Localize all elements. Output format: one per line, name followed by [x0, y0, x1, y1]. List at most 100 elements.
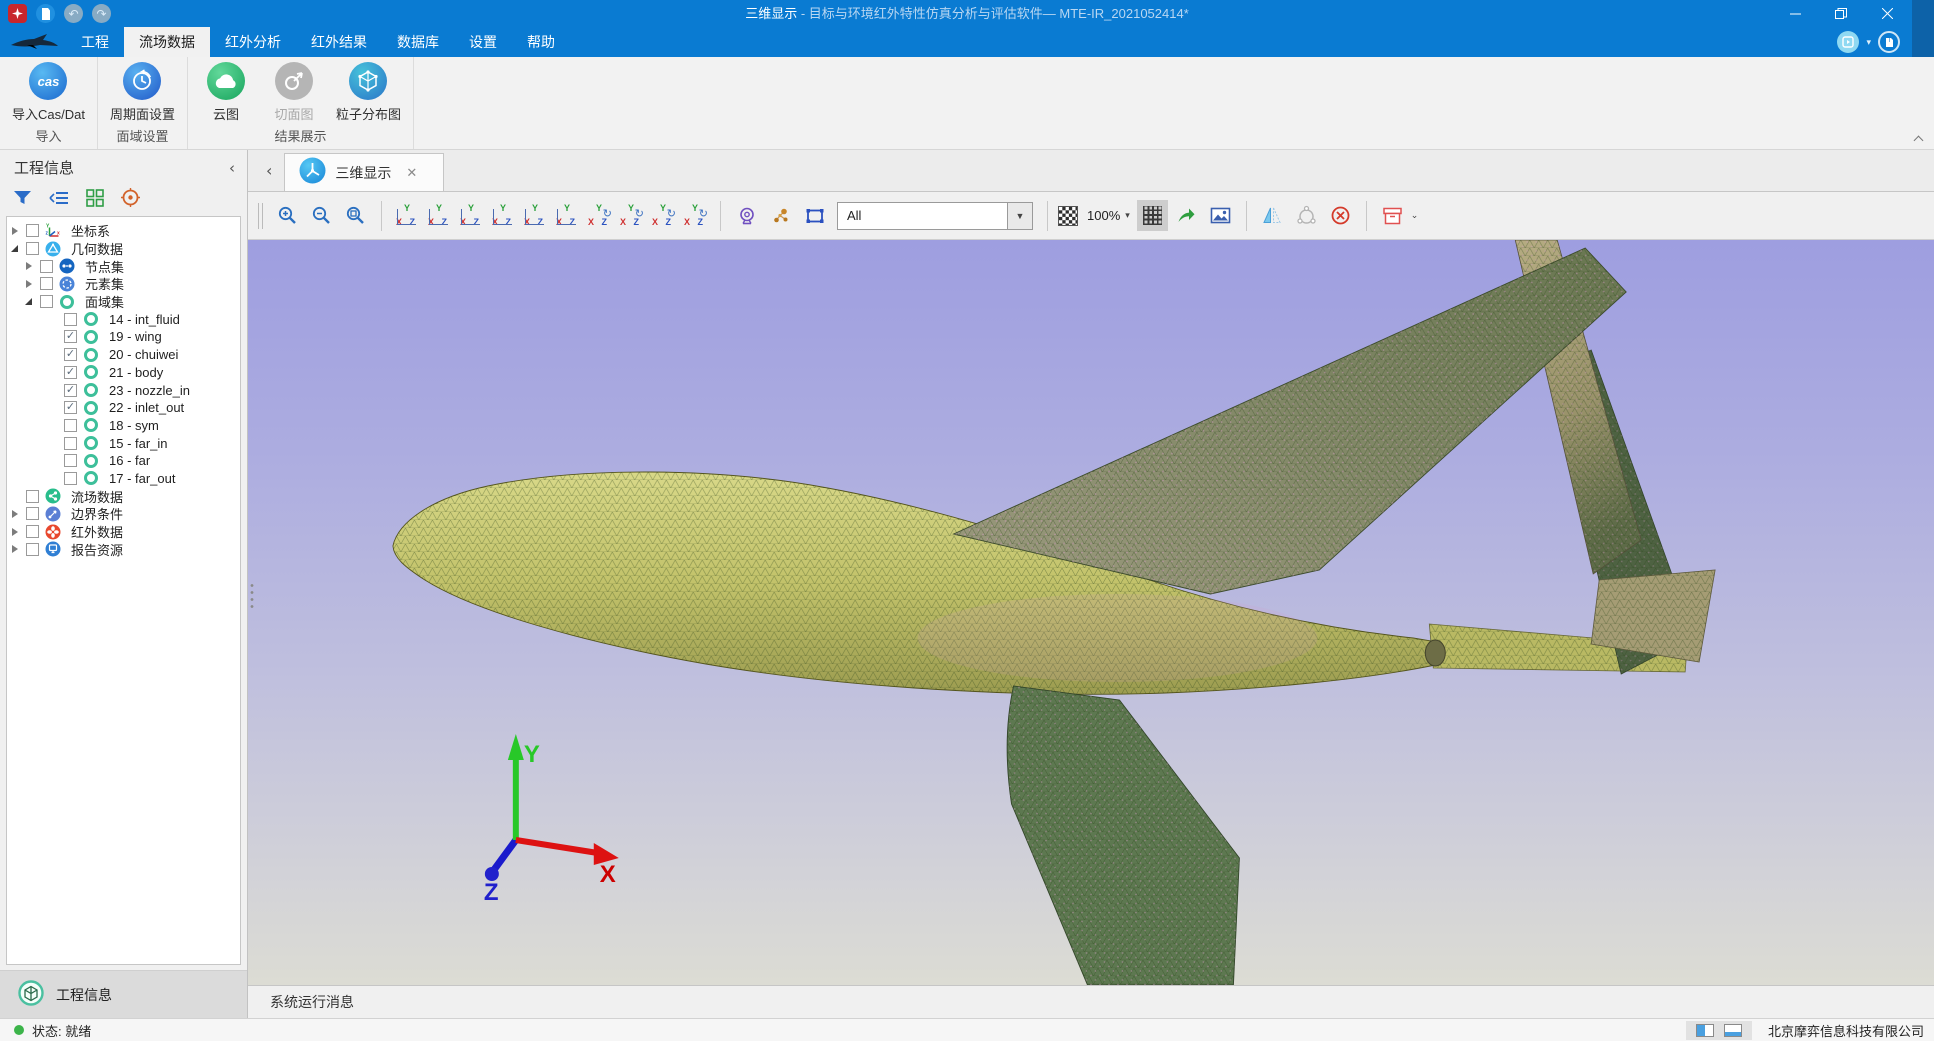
layout-bottom-panel-icon[interactable]	[1724, 1024, 1742, 1037]
smooth-surface-icon[interactable]	[1291, 200, 1322, 231]
ribbon-button-particles[interactable]: 粒子分布图	[336, 62, 401, 123]
rotate-z-button[interactable]: YXZ	[648, 201, 678, 231]
opacity-value[interactable]: 100%	[1087, 208, 1120, 223]
tree-item[interactable]: ✓21 - body	[7, 364, 240, 382]
visibility-checkbox[interactable]	[40, 260, 53, 273]
tree-item[interactable]: 节点集	[7, 257, 240, 275]
view-front-button[interactable]: YXZ	[392, 201, 422, 231]
project-panel-footer[interactable]: 工程信息	[0, 970, 247, 1018]
tab-scroll-left-icon[interactable]: ‹	[254, 161, 284, 180]
menu-item-1[interactable]: 工程	[66, 27, 124, 57]
rotate-y-button[interactable]: YXZ	[616, 201, 646, 231]
tab-3d-view[interactable]: 三维显示 ✕	[284, 153, 444, 191]
probe-icon[interactable]	[731, 200, 762, 231]
tree-item[interactable]: ✓22 - inlet_out	[7, 399, 240, 417]
visibility-checkbox[interactable]: ✓	[64, 348, 77, 361]
list-icon[interactable]	[48, 187, 69, 208]
opacity-icon[interactable]	[1058, 206, 1078, 226]
tree-item[interactable]: 17 - far_out	[7, 470, 240, 488]
menu-item-2[interactable]: 流场数据	[124, 27, 210, 57]
visibility-checkbox[interactable]	[64, 472, 77, 485]
toolbar-grip[interactable]	[258, 203, 263, 229]
tree-item[interactable]: 15 - far_in	[7, 434, 240, 452]
collapse-panel-icon[interactable]: ‹	[229, 159, 235, 177]
menu-item-4[interactable]: 红外结果	[296, 27, 382, 57]
expander[interactable]	[9, 227, 20, 235]
tree-item[interactable]: 16 - far	[7, 452, 240, 470]
tree-item[interactable]: 红外数据	[7, 523, 240, 541]
view-right-button[interactable]: YXZ	[488, 201, 518, 231]
restore-button[interactable]	[1818, 0, 1864, 27]
menu-item-5[interactable]: 数据库	[382, 27, 454, 57]
visibility-checkbox[interactable]	[64, 437, 77, 450]
export-arrow-icon[interactable]	[1171, 200, 1202, 231]
visibility-checkbox[interactable]	[26, 507, 39, 520]
zoom-out-icon[interactable]	[306, 200, 337, 231]
expander[interactable]	[9, 245, 20, 252]
visibility-checkbox[interactable]	[26, 242, 39, 255]
close-button[interactable]	[1864, 0, 1910, 27]
tree-item[interactable]: 14 - int_fluid	[7, 310, 240, 328]
snapshot-icon[interactable]	[1205, 200, 1236, 231]
grid-icon[interactable]	[84, 187, 105, 208]
rotate-x-button[interactable]: YXZ	[584, 201, 614, 231]
mirror-icon[interactable]	[1257, 200, 1288, 231]
visibility-checkbox[interactable]	[64, 454, 77, 467]
package-icon[interactable]	[1377, 200, 1408, 231]
visibility-checkbox[interactable]: ✓	[64, 401, 77, 414]
menu-item-6[interactable]: 设置	[454, 27, 512, 57]
panel-splitter[interactable]	[250, 582, 254, 608]
tree-item[interactable]: 元素集	[7, 275, 240, 293]
view-left-button[interactable]: YXZ	[456, 201, 486, 231]
selection-frame-icon[interactable]	[799, 200, 830, 231]
zoom-fit-icon[interactable]	[340, 200, 371, 231]
tree-item[interactable]: 报告资源	[7, 540, 240, 558]
ribbon-button-cloud[interactable]: 云图	[200, 62, 252, 123]
tree-item[interactable]: ✓23 - nozzle_in	[7, 381, 240, 399]
menu-item-3[interactable]: 红外分析	[210, 27, 296, 57]
expander[interactable]	[23, 298, 34, 305]
collapse-ribbon-icon[interactable]	[1914, 134, 1924, 143]
tree-item[interactable]: 几何数据	[7, 240, 240, 258]
tree-item[interactable]: ✓19 - wing	[7, 328, 240, 346]
tree-item[interactable]: 面域集	[7, 293, 240, 311]
view-back-button[interactable]: YXZ	[424, 201, 454, 231]
expander[interactable]	[23, 262, 34, 270]
expander[interactable]	[9, 545, 20, 553]
visibility-checkbox[interactable]	[26, 543, 39, 556]
target-icon[interactable]	[120, 187, 141, 208]
visibility-checkbox[interactable]: ✓	[64, 330, 77, 343]
grid-toggle-button[interactable]	[1137, 200, 1168, 231]
redo-icon[interactable]: ↷	[92, 4, 111, 23]
dropdown-arrow-icon[interactable]: ▾	[1866, 37, 1871, 48]
rotate-free-button[interactable]: YXZ	[680, 201, 710, 231]
ribbon-button-cas[interactable]: cas导入Cas/Dat	[12, 62, 85, 123]
visibility-checkbox[interactable]: ✓	[64, 384, 77, 397]
tree-item[interactable]: ✓20 - chuiwei	[7, 346, 240, 364]
ribbon-button-slice[interactable]: 切面图	[268, 62, 320, 123]
help-book-icon[interactable]	[1878, 31, 1900, 53]
undo-icon[interactable]: ↶	[64, 4, 83, 23]
combo-dropdown-icon[interactable]: ▼	[1007, 203, 1032, 229]
new-file-icon[interactable]	[36, 4, 55, 23]
view-top-button[interactable]: YXZ	[520, 201, 550, 231]
tree-item[interactable]: Yxz坐标系	[7, 222, 240, 240]
view-bottom-button[interactable]: YXZ	[552, 201, 582, 231]
visibility-checkbox[interactable]	[64, 313, 77, 326]
ribbon-button-period[interactable]: 周期面设置	[110, 62, 175, 123]
package-dropdown-icon[interactable]: ⌄	[1411, 210, 1419, 221]
visibility-checkbox[interactable]	[40, 277, 53, 290]
visibility-checkbox[interactable]	[40, 295, 53, 308]
app-logo-icon[interactable]	[8, 4, 27, 23]
window-switch-icon[interactable]	[1837, 31, 1859, 53]
tree-item[interactable]: 流场数据	[7, 487, 240, 505]
particle-trace-icon[interactable]	[765, 200, 796, 231]
zoom-in-icon[interactable]	[272, 200, 303, 231]
tree-item[interactable]: 18 - sym	[7, 417, 240, 435]
visibility-checkbox[interactable]: ✓	[64, 366, 77, 379]
menu-item-7[interactable]: 帮助	[512, 27, 570, 57]
layout-left-panel-icon[interactable]	[1696, 1024, 1714, 1037]
visibility-checkbox[interactable]	[26, 525, 39, 538]
visibility-checkbox[interactable]	[26, 490, 39, 503]
expander[interactable]	[23, 280, 34, 288]
